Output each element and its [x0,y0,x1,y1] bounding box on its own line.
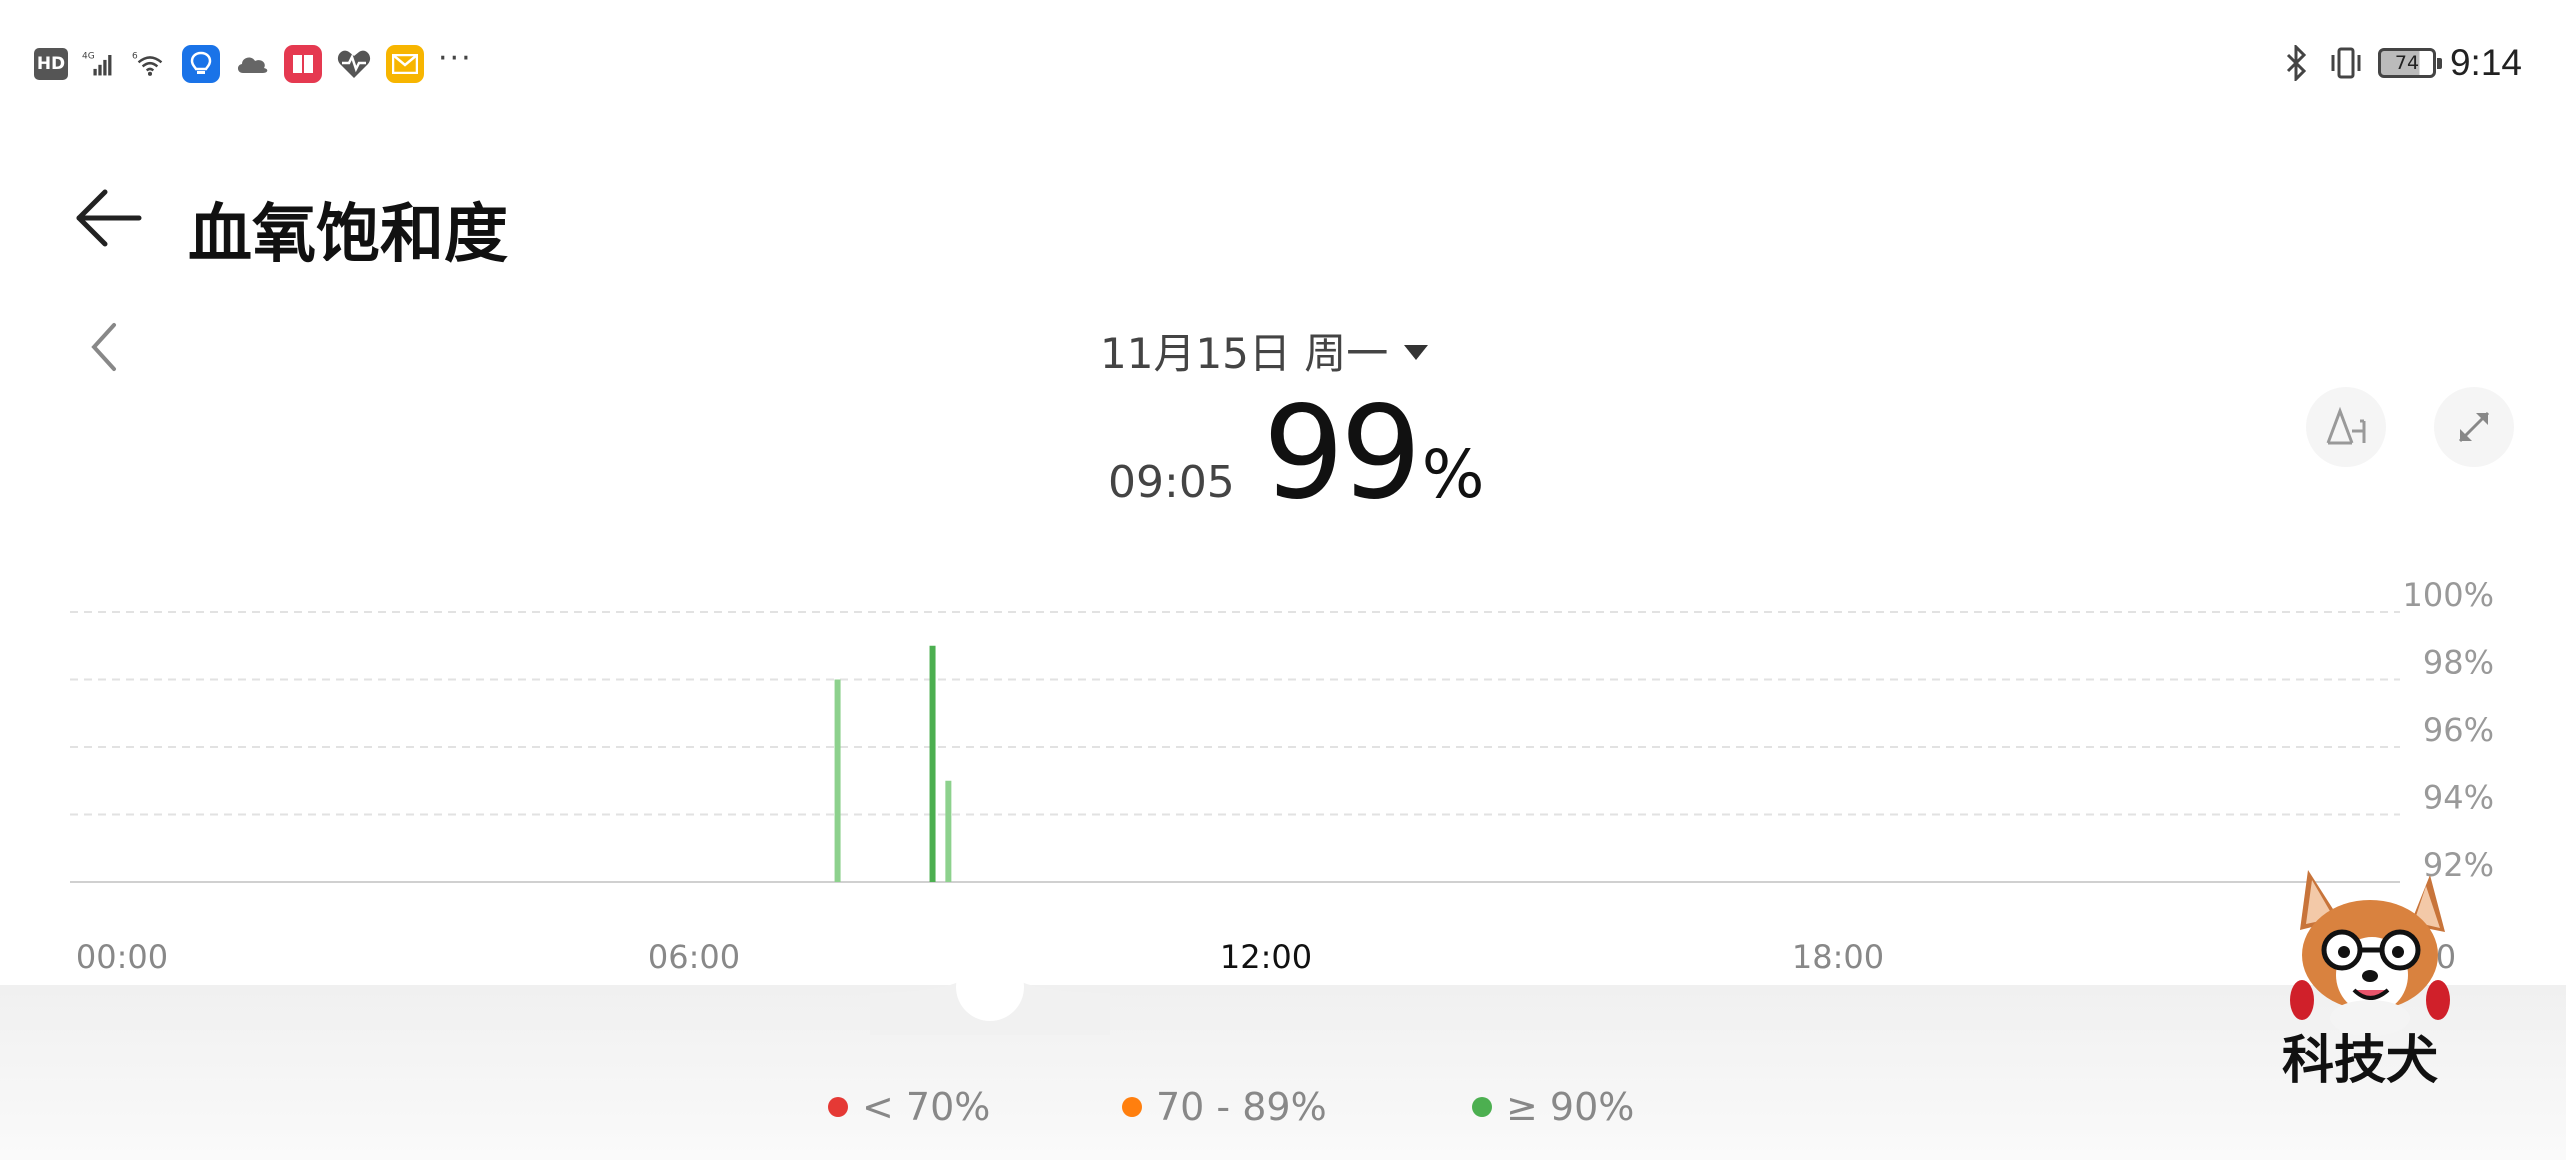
x-axis-ticks: 00:0006:0012:0018:0024:00 [76,938,2456,976]
chart-style-button[interactable] [2306,387,2386,467]
y-tick-label: 96% [2423,711,2494,749]
health-heart-icon [336,46,372,82]
bottom-panel [0,985,2566,1160]
date-selector[interactable]: 11月15日 周一 [1100,320,1429,381]
previous-day-button[interactable] [80,315,128,379]
legend-dot-red [828,1097,848,1117]
more-notifications-icon: ··· [438,41,473,76]
cellular-signal-icon: 4G [82,46,118,82]
reading-time: 09:05 [1108,457,1235,508]
legend-dot-green [1472,1097,1492,1117]
x-tick-label: 06:00 [648,938,740,976]
lightbulb-app-icon [182,45,220,83]
mail-app-icon [386,45,424,83]
page-title: 血氧饱和度 [188,198,508,272]
date-label: 11月15日 周一 [1100,329,1389,378]
chart-grid [70,611,2400,883]
y-tick-label: 94% [2423,779,2494,817]
network-type-label: 4G [82,51,95,61]
y-tick-label: 100% [2403,576,2494,614]
hd-icon: HD [34,48,68,80]
x-tick-label: 12:00 [1220,938,1312,976]
book-app-icon [284,45,322,83]
y-tick-label: 98% [2423,644,2494,682]
watermark-mascot: 科技犬 [2282,870,2450,1090]
scrubber-knob[interactable] [956,953,1024,1021]
spo2-chart: 100%98%96%94%92% 00:0006:0012:0018:0024:… [70,576,2494,976]
caret-down-icon [1404,345,1429,360]
chart-bar [929,645,936,882]
legend-item-high: ≥ 90% [1472,1085,1634,1129]
chart-bar [834,679,841,882]
bluetooth-icon [2278,45,2314,81]
cloud-icon [234,46,270,82]
x-tick-label: 00:00 [76,938,168,976]
legend-item-low: < 70% [828,1085,990,1129]
wifi-icon: 6 [132,46,168,82]
legend-label-low: < 70% [862,1085,991,1129]
legend-dot-orange [1122,1097,1142,1117]
back-arrow-icon [76,189,142,247]
chart-style-icon [2326,406,2366,445]
fullscreen-icon [2458,411,2490,443]
reading-value: 99 [1262,379,1422,528]
wifi-label: 6 [132,51,138,61]
chart-bars [834,645,952,882]
battery-icon: 74 [2377,48,2442,78]
status-time: 9:14 [2449,42,2522,83]
watermark-text: 科技犬 [2282,1031,2438,1090]
x-tick-label: 18:00 [1792,938,1884,976]
legend-label-high: ≥ 90% [1506,1085,1635,1129]
legend-label-mid: 70 - 89% [1156,1085,1327,1129]
reading-unit: % [1421,436,1485,513]
fullscreen-button[interactable] [2434,387,2514,467]
status-bar-left: HD 4G 6 ··· [34,40,473,88]
chart-bar [945,780,952,882]
scrubber-handle[interactable] [870,935,1110,1035]
status-bar: HD 4G 6 ··· 74 9:14 [0,0,2566,130]
back-button[interactable] [68,180,148,256]
chevron-left-icon [91,323,116,371]
vibrate-icon [2328,45,2364,81]
legend-item-mid: 70 - 89% [1122,1085,1327,1129]
battery-level: 74 [2394,52,2420,74]
status-bar-right: 74 9:14 [2278,38,2522,88]
y-axis-ticks: 100%98%96%94%92% [2403,576,2494,884]
selected-reading: 09:05 99 % [1108,390,1484,518]
